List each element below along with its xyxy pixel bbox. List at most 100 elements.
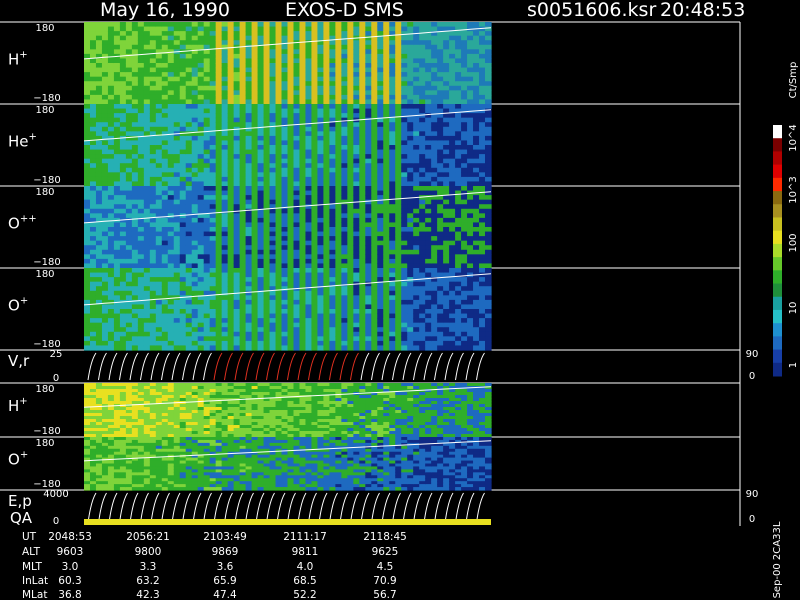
heat-cell — [167, 309, 175, 315]
heat-cell — [299, 58, 307, 64]
heat-cell — [377, 104, 384, 110]
heat-cell — [119, 58, 127, 64]
heat-cell — [479, 126, 486, 132]
heat-cell — [317, 190, 325, 196]
heat-cell — [173, 299, 181, 306]
heat-cell — [101, 281, 109, 287]
heat-cell — [203, 258, 211, 265]
heat-cell — [125, 135, 133, 142]
heat-cell — [353, 313, 360, 319]
heat-cell — [107, 31, 115, 37]
heat-cell — [341, 53, 348, 60]
heat-cell — [389, 268, 396, 274]
heat-cell — [89, 167, 97, 173]
heat-cell — [287, 176, 295, 183]
heat-cell — [269, 135, 277, 142]
heat-cell — [215, 299, 223, 306]
heat-cell — [191, 145, 199, 151]
heat-cell — [473, 199, 480, 205]
heat-cell — [323, 26, 330, 32]
heat-cell — [149, 299, 157, 306]
heat-cell — [155, 240, 163, 246]
heat-cell — [401, 322, 408, 328]
heat-cell — [197, 167, 205, 173]
heat-cell — [425, 104, 432, 110]
heat-cell — [245, 263, 253, 269]
heat-cell — [257, 67, 265, 73]
heat-cell — [287, 145, 295, 151]
heat-cell — [299, 199, 307, 205]
heat-cell — [329, 122, 336, 128]
heat-cell — [143, 199, 151, 205]
heat-cell — [419, 345, 426, 351]
heat-cell — [185, 131, 193, 137]
heat-cell — [311, 245, 319, 251]
heat-cell — [395, 85, 402, 91]
heat-cell — [365, 227, 372, 233]
heat-cell — [143, 186, 151, 192]
heat-cell — [185, 240, 193, 246]
heat-cell — [137, 208, 145, 214]
heat-cell — [473, 249, 480, 255]
heat-cell — [113, 322, 121, 328]
heat-cell — [161, 195, 169, 201]
heat-cell — [89, 286, 97, 292]
heat-cell — [431, 217, 438, 224]
heat-cell — [125, 181, 133, 187]
heat-cell — [197, 327, 205, 333]
heat-cell — [209, 58, 217, 64]
heat-cell — [479, 44, 486, 50]
heat-cell — [329, 85, 336, 91]
heat-cell — [377, 295, 384, 301]
heat-cell — [179, 304, 187, 310]
heat-cell — [311, 299, 319, 306]
heat-cell — [359, 31, 366, 37]
heat-cell — [395, 181, 402, 187]
heat-cell — [377, 240, 384, 246]
heat-cell — [311, 108, 319, 114]
heat-cell — [437, 149, 444, 155]
heat-cell — [467, 227, 474, 233]
heat-cell — [485, 331, 492, 337]
heat-cell — [197, 31, 205, 37]
heat-cell — [365, 26, 372, 32]
heat-cell — [245, 31, 253, 37]
heat-cell — [377, 309, 384, 315]
heat-cell — [167, 26, 175, 32]
heat-cell — [425, 72, 432, 78]
heat-cell — [335, 258, 342, 265]
heat-cell — [269, 31, 277, 37]
heat-cell — [347, 217, 354, 224]
heat-cell — [107, 313, 115, 319]
heat-cell — [467, 149, 474, 155]
heat-cell — [233, 176, 241, 183]
heat-cell — [467, 322, 474, 328]
heat-cell — [101, 31, 109, 37]
heat-cell — [155, 81, 163, 87]
heat-cell — [191, 63, 199, 69]
heat-cell — [84, 327, 91, 333]
heat-cell — [95, 290, 103, 296]
heat-cell — [425, 190, 432, 196]
heat-cell — [95, 195, 103, 201]
heat-cell — [425, 163, 432, 169]
heat-cell — [209, 140, 217, 146]
heat-cell — [431, 249, 438, 255]
heat-cell — [401, 94, 408, 101]
heat-cell — [263, 254, 271, 260]
heat-cell — [215, 26, 223, 32]
heat-cell — [425, 49, 432, 55]
heat-cell — [383, 327, 390, 333]
heat-cell — [329, 322, 336, 328]
heat-cell — [173, 113, 181, 119]
heat-cell — [161, 217, 169, 224]
heat-cell — [473, 35, 480, 41]
heat-cell — [245, 290, 253, 296]
heat-cell — [137, 140, 145, 146]
heat-cell — [245, 304, 253, 310]
heat-cell — [173, 94, 181, 101]
heat-cell — [353, 76, 360, 82]
heat-cell — [119, 140, 127, 146]
heat-cell — [89, 31, 97, 37]
heat-cell — [209, 167, 217, 173]
